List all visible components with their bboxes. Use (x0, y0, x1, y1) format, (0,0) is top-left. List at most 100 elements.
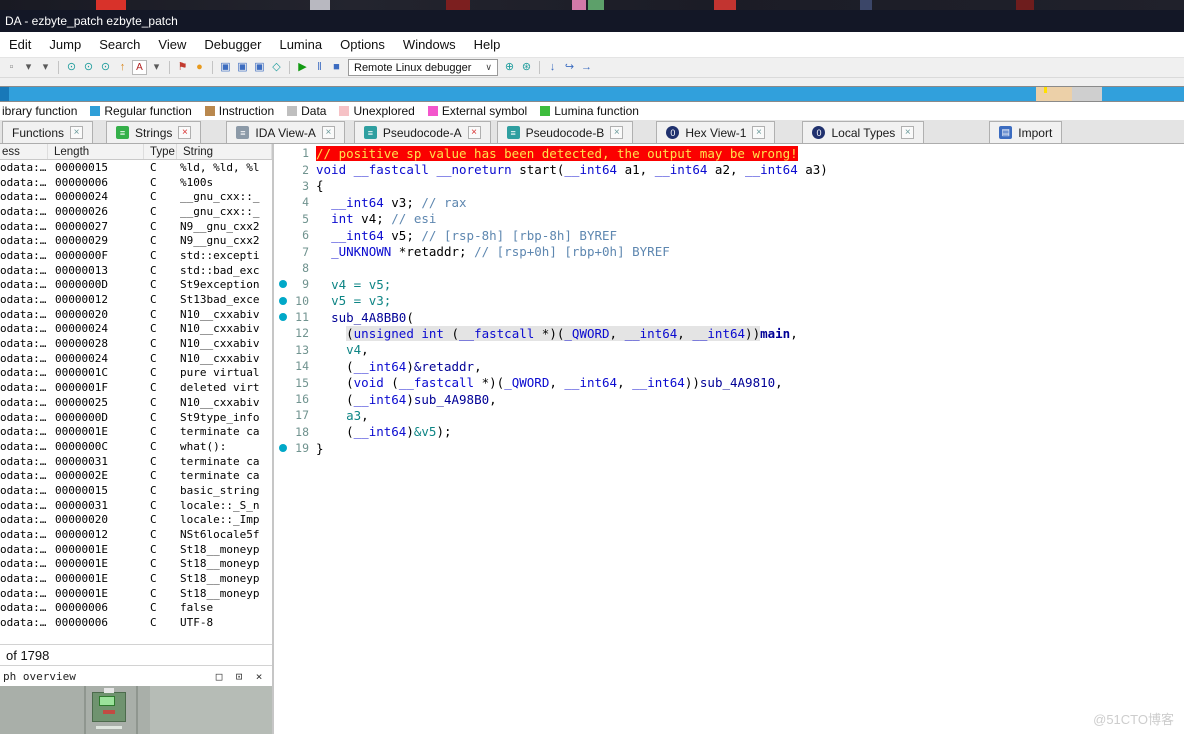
table-row[interactable]: odata:… 0000000F Cstd::excepti (0, 248, 272, 263)
table-row[interactable]: odata:… 0000001E C St18__moneyp (0, 542, 272, 557)
table-row[interactable]: odata:… 00000012 C St13bad_exce (0, 292, 272, 307)
table-row[interactable]: odata:… 00000015 C %ld, %ld, %l (0, 160, 272, 175)
window-titlebar[interactable]: DA - ezbyte_patch ezbyte_patch (0, 10, 1184, 32)
menu-item-lumina[interactable]: Lumina (270, 35, 331, 54)
stack-window-icon[interactable]: ▣ (251, 59, 268, 76)
step-into-icon[interactable]: ↓ (544, 59, 561, 76)
table-row[interactable]: odata:… 00000028 C N10__cxxabiv (0, 336, 272, 351)
run-to-cursor-icon[interactable]: → (578, 59, 595, 76)
tab-close-icon[interactable]: × (321, 126, 335, 139)
menu-item-options[interactable]: Options (331, 35, 394, 54)
table-row[interactable]: odata:… 0000001C Cpure virtual (0, 366, 272, 381)
jump-up-icon[interactable]: ↑ (114, 59, 131, 76)
code-line[interactable]: 17 a3, (274, 407, 1184, 423)
tab-functions[interactable]: Functions × (2, 121, 94, 143)
debugger-attach-icon[interactable]: ⊕ (501, 59, 518, 76)
table-row[interactable]: odata:… 00000031 Cterminate ca (0, 454, 272, 469)
pause-process-icon[interactable]: ‖ (311, 59, 328, 76)
breakpoint-icon[interactable] (274, 280, 292, 289)
registers-window-icon[interactable]: ▣ (234, 59, 251, 76)
table-row[interactable]: odata:… 00000025 C N10__cxxabiv (0, 395, 272, 410)
stop-process-icon[interactable]: ■ (328, 59, 345, 76)
menu-item-help[interactable]: Help (465, 35, 510, 54)
table-row[interactable]: odata:… 0000000D C St9type_info (0, 410, 272, 425)
table-row[interactable]: odata:… 00000020 Clocale::_Imp (0, 513, 272, 528)
start-process-icon[interactable]: ▶ (294, 59, 311, 76)
tab-close-icon[interactable]: × (610, 126, 624, 139)
code-line[interactable]: 11 sub_4A8BB0( (274, 309, 1184, 325)
tab-close-icon[interactable]: × (467, 126, 481, 139)
code-line[interactable]: 12 (unsigned int (__fastcall *)(_QWORD, … (274, 325, 1184, 341)
code-line[interactable]: 19} (274, 440, 1184, 456)
text-search-icon[interactable]: A (132, 60, 147, 75)
table-row[interactable]: odata:… 00000006 Cfalse (0, 601, 272, 616)
float-window-icon[interactable]: ⊡ (232, 669, 246, 683)
cursor-tool-icon[interactable]: ▫ (3, 59, 20, 76)
code-line[interactable]: 15 (void (__fastcall *)(_QWORD, __int64,… (274, 374, 1184, 390)
text-search-caret-icon[interactable]: ▾ (148, 59, 165, 76)
code-line[interactable]: 14 (__int64)&retaddr, (274, 358, 1184, 374)
menu-item-debugger[interactable]: Debugger (195, 35, 270, 54)
table-row[interactable]: odata:… 0000002E Cterminate ca (0, 468, 272, 483)
tab-close-icon[interactable]: × (901, 126, 915, 139)
table-row[interactable]: odata:… 00000006 C UTF-8 (0, 615, 272, 630)
jump-next-icon[interactable]: ⊙ (80, 59, 97, 76)
code-line[interactable]: 10 v5 = v3; (274, 293, 1184, 309)
graph-overview-canvas[interactable] (0, 686, 272, 734)
table-row[interactable]: odata:… 00000024 C N10__cxxabiv (0, 351, 272, 366)
debugger-select[interactable]: Remote Linux debugger ∨ (348, 59, 498, 76)
tab-import[interactable]: ▤ Import (989, 121, 1063, 143)
code-line[interactable]: 7 _UNKNOWN *retaddr; // [rsp+0h] [rbp+0h… (274, 243, 1184, 259)
code-line[interactable]: 16 (__int64)sub_4A98B0, (274, 391, 1184, 407)
table-row[interactable]: odata:… 0000000C Cwhat(): (0, 439, 272, 454)
breakpoint-icon[interactable] (274, 444, 292, 453)
column-header-ess[interactable]: ess (0, 144, 48, 159)
code-line[interactable]: 8 (274, 260, 1184, 276)
menu-item-view[interactable]: View (149, 35, 195, 54)
tab-close-icon[interactable]: × (70, 126, 84, 139)
code-line[interactable]: 9 v4 = v5; (274, 276, 1184, 292)
tab-close-icon[interactable]: × (178, 126, 192, 139)
lumina-pull-icon[interactable]: ● (191, 59, 208, 76)
tab-pseudocode-b[interactable]: ≡ Pseudocode-B × (496, 121, 634, 143)
table-row[interactable]: odata:… 00000015 Cbasic_string (0, 483, 272, 498)
watches-icon[interactable]: ◇ (268, 59, 285, 76)
menu-item-jump[interactable]: Jump (40, 35, 90, 54)
table-row[interactable]: odata:… 00000013 Cstd::bad_exc (0, 263, 272, 278)
code-line[interactable]: 3{ (274, 178, 1184, 194)
table-row[interactable]: odata:… 0000001E C St18__moneyp (0, 586, 272, 601)
table-row[interactable]: odata:… 0000001E C St18__moneyp (0, 557, 272, 572)
code-line[interactable]: 13 v4, (274, 342, 1184, 358)
navigation-band[interactable] (0, 86, 1184, 102)
breakpoint-icon[interactable] (274, 313, 292, 322)
tab-strings[interactable]: ≡ Strings × (106, 121, 202, 143)
graph-overview-titlebar[interactable]: ph overview □ ⊡ × (0, 666, 272, 686)
code-line[interactable]: 4 __int64 v3; // rax (274, 194, 1184, 210)
table-row[interactable]: odata:… 0000001E C St18__moneyp (0, 571, 272, 586)
debugger-refresh-icon[interactable]: ⊛ (518, 59, 535, 76)
table-row[interactable]: odata:… 00000029 C N9__gnu_cxx2 (0, 233, 272, 248)
pseudocode-panel[interactable]: 1 // positive sp value has been detected,… (274, 144, 1184, 734)
table-row[interactable]: odata:… 0000001E Cterminate ca (0, 424, 272, 439)
restore-window-icon[interactable]: □ (212, 669, 226, 683)
tab-local-types[interactable]: 0 Local Types × (802, 121, 925, 143)
table-row[interactable]: odata:… 00000024 C N10__cxxabiv (0, 322, 272, 337)
table-row[interactable]: odata:… 00000031 Clocale::_S_n (0, 498, 272, 513)
code-line[interactable]: 2 void __fastcall __noreturn start(__int6… (274, 161, 1184, 177)
jump-target-icon[interactable]: ⊙ (97, 59, 114, 76)
code-line[interactable]: 6 __int64 v5; // [rsp-8h] [rbp-8h] BYREF (274, 227, 1184, 243)
table-row[interactable]: odata:… 00000024 C __gnu_cxx::_ (0, 189, 272, 204)
breakpoint-icon[interactable] (274, 296, 292, 305)
redo-caret-icon[interactable]: ▾ (37, 59, 54, 76)
tab-hex-view-1[interactable]: 0 Hex View-1 × (656, 121, 776, 143)
column-header-string[interactable]: String (177, 144, 272, 159)
menu-item-search[interactable]: Search (90, 35, 149, 54)
table-row[interactable]: odata:… 00000012 C NSt6locale5f (0, 527, 272, 542)
jump-prev-icon[interactable]: ⊙ (63, 59, 80, 76)
table-row[interactable]: odata:… 00000026 C __gnu_cxx::_ (0, 204, 272, 219)
code-line[interactable]: 1 // positive sp value has been detected,… (274, 145, 1184, 161)
debugger-window-icon[interactable]: ▣ (217, 59, 234, 76)
menu-item-edit[interactable]: Edit (0, 35, 40, 54)
table-row[interactable]: odata:… 00000006 C %100s (0, 175, 272, 190)
menu-item-windows[interactable]: Windows (394, 35, 465, 54)
